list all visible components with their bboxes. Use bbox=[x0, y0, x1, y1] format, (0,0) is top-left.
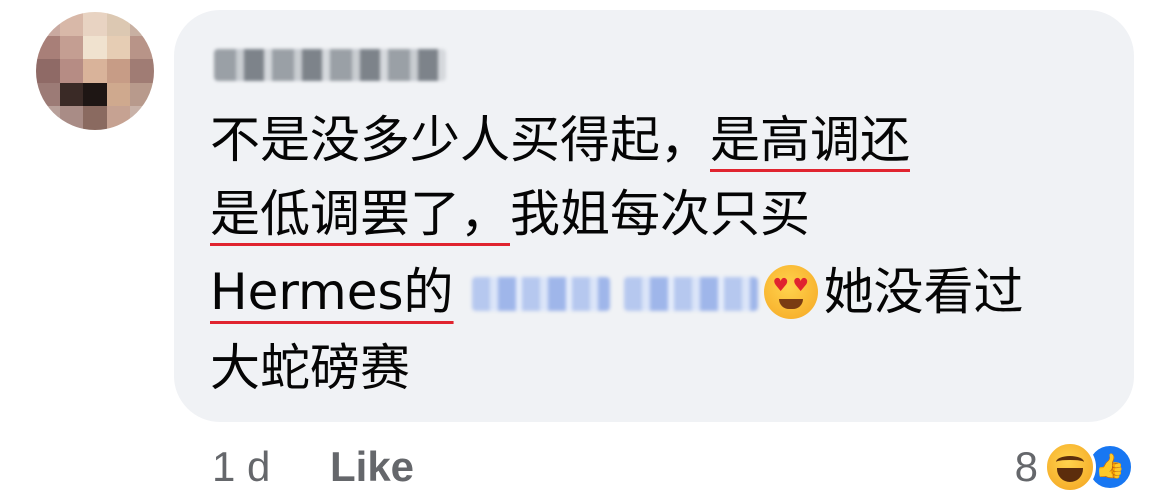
avatar-pixel bbox=[59, 82, 84, 107]
comment-line-4: 大蛇磅赛 bbox=[210, 338, 410, 398]
avatar-pixel bbox=[83, 59, 107, 83]
avatar-pixel bbox=[59, 35, 84, 60]
avatar-pixel bbox=[36, 59, 60, 83]
underlined-text: 是低调罢了， bbox=[210, 185, 510, 243]
like-button[interactable]: Like bbox=[330, 440, 414, 494]
comment-line-1: 不是没多少人买得起，是高调还 bbox=[210, 110, 910, 170]
avatar[interactable] bbox=[36, 12, 154, 130]
emoji-mouth bbox=[778, 298, 803, 309]
avatar-pixel bbox=[130, 12, 154, 36]
avatar-pixel bbox=[83, 12, 107, 36]
tagged-link-blurred[interactable] bbox=[471, 276, 610, 311]
heart-eyes-emoji-icon: ♥ ♥ bbox=[763, 264, 818, 319]
avatar-pixel bbox=[83, 82, 107, 107]
avatar-pixel bbox=[130, 35, 154, 60]
comment-line-3: Hermes的 ♥ ♥ 她没看过 bbox=[210, 262, 1024, 323]
comment-text: 不是没多少人买得起， bbox=[210, 111, 710, 169]
avatar-pixel bbox=[130, 82, 154, 107]
avatar-pixel bbox=[83, 106, 107, 130]
avatar-pixel bbox=[59, 59, 84, 83]
author-name-blurred[interactable] bbox=[214, 44, 446, 86]
heart-icon: ♥ bbox=[792, 274, 809, 296]
avatar-pixel bbox=[36, 82, 60, 107]
avatar-pixel bbox=[106, 59, 131, 83]
avatar-pixel bbox=[130, 106, 154, 130]
avatar-pixel bbox=[106, 12, 131, 36]
avatar-pixel bbox=[59, 12, 84, 36]
tagged-link-blurred[interactable] bbox=[623, 276, 758, 311]
comment-text: 我姐每次只买 bbox=[510, 185, 810, 243]
heart-icon: ♥ bbox=[772, 274, 789, 296]
haha-eyes bbox=[1056, 456, 1084, 468]
avatar-pixel bbox=[83, 35, 107, 60]
comment-text: 大蛇磅赛 bbox=[210, 339, 410, 397]
reaction-count: 8 bbox=[1014, 443, 1038, 490]
avatar-pixel bbox=[130, 59, 154, 83]
avatar-pixel bbox=[106, 106, 131, 130]
avatar-pixel bbox=[106, 35, 131, 60]
haha-mouth bbox=[1057, 468, 1083, 482]
reactions-summary[interactable]: 8 👍 bbox=[1015, 440, 1134, 494]
comment-line-2: 是低调罢了，我姐每次只买 bbox=[210, 184, 810, 244]
underlined-text: Hermes的 bbox=[210, 263, 454, 321]
redacted-author-name bbox=[214, 49, 446, 81]
underlined-text: 是高调还 bbox=[710, 111, 910, 169]
comment-timestamp[interactable]: 1 d bbox=[212, 440, 270, 494]
comment-container: 不是没多少人买得起，是高调还 是低调罢了，我姐每次只买 Hermes的 ♥ ♥ 她没看… bbox=[0, 0, 1170, 501]
haha-icon bbox=[1044, 441, 1096, 493]
avatar-pixel bbox=[36, 12, 60, 36]
avatar-pixel bbox=[106, 82, 131, 107]
avatar-pixel bbox=[59, 106, 84, 130]
avatar-pixel bbox=[36, 106, 60, 130]
comment-text: 她没看过 bbox=[823, 263, 1024, 321]
avatar-pixel bbox=[36, 35, 60, 60]
